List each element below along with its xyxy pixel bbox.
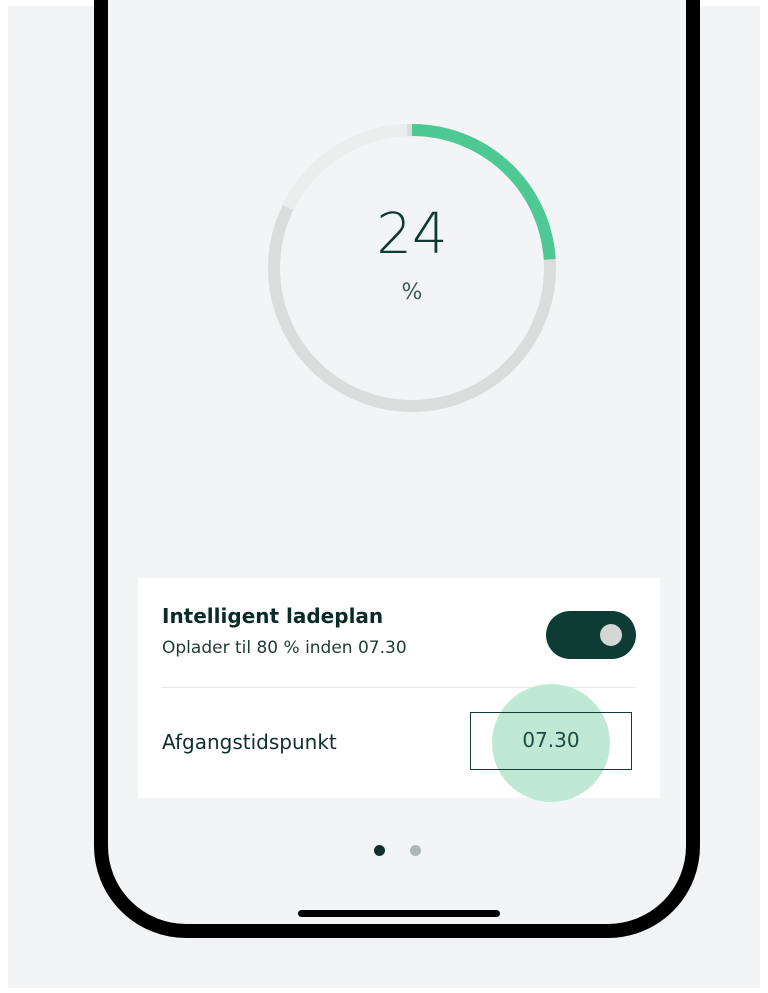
- page-dot-active[interactable]: [374, 845, 385, 856]
- phone-frame: 24 % Intelligent ladeplan Oplader til 80…: [94, 0, 700, 938]
- departure-time-field[interactable]: 07.30: [470, 712, 632, 770]
- battery-percent-unit: %: [401, 280, 423, 305]
- battery-gauge: 24 %: [266, 122, 558, 414]
- battery-ring: [268, 124, 556, 412]
- toggle-knob: [600, 624, 622, 646]
- ring-track-light: [282, 124, 408, 211]
- home-indicator[interactable]: [298, 910, 500, 917]
- charge-plan-title: Intelligent ladeplan: [162, 604, 384, 628]
- charge-settings-card: Intelligent ladeplan Oplader til 80 % in…: [138, 578, 660, 802]
- departure-time-label: Afgangstidspunkt: [162, 730, 337, 754]
- battery-percent-value: 24: [376, 202, 448, 267]
- charge-plan-toggle[interactable]: [546, 611, 636, 659]
- charge-plan-subtitle: Oplader til 80 % inden 07.30: [162, 638, 407, 658]
- page-dot-inactive[interactable]: [410, 845, 421, 856]
